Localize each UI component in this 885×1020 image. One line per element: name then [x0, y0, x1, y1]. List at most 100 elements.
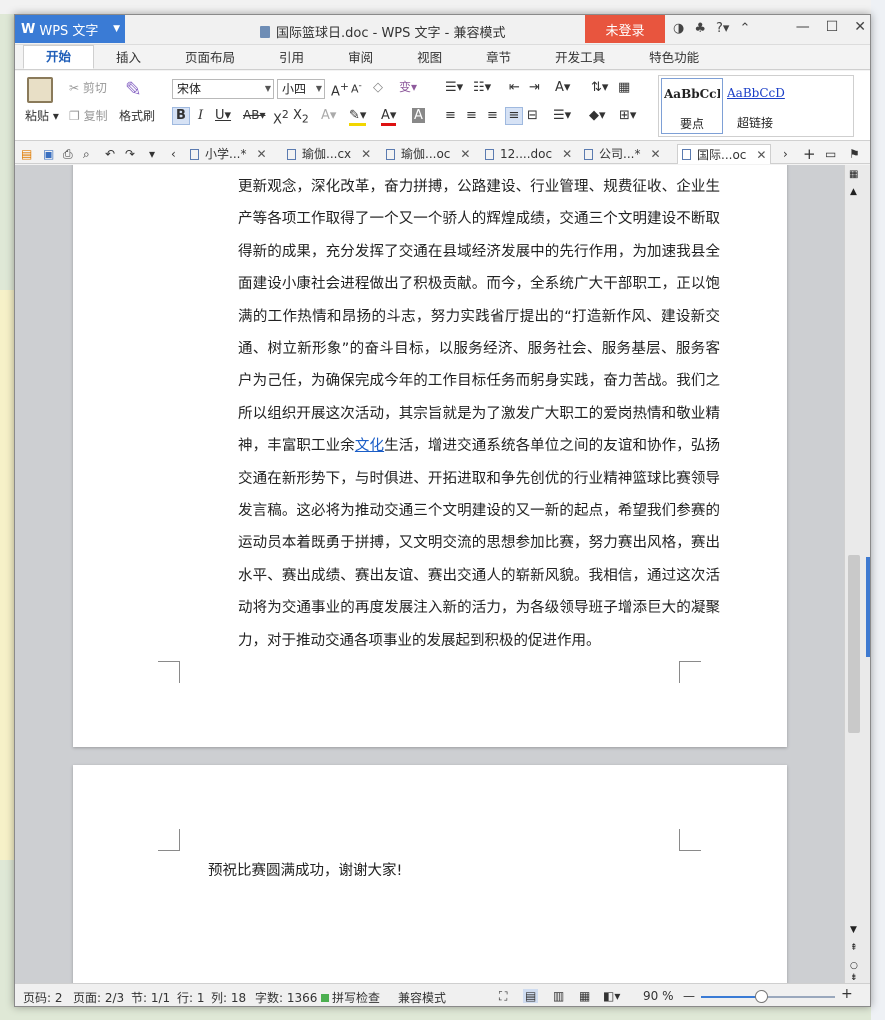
nav-pane-icon[interactable]: ▦: [849, 169, 858, 180]
doc-tab-3[interactable]: 瑜伽...oc ✕: [386, 144, 470, 164]
minimize-icon[interactable]: —: [796, 19, 810, 35]
scroll-down-icon[interactable]: ▼: [850, 925, 857, 935]
numbering-icon[interactable]: ☷▾: [473, 80, 491, 95]
hyperlink[interactable]: 文化: [355, 438, 384, 454]
align-right-icon[interactable]: ≡: [487, 108, 498, 123]
web-view-icon[interactable]: ▦: [579, 989, 590, 1003]
closing-line[interactable]: 预祝比赛圆满成功，谢谢大家!: [208, 859, 402, 880]
align-center-icon[interactable]: ≡: [466, 108, 477, 123]
shading-icon[interactable]: ◆▾: [589, 108, 606, 123]
close-icon[interactable]: ✕: [854, 19, 866, 35]
font-color-icon[interactable]: A▾: [381, 108, 397, 126]
font-shrink-icon[interactable]: A-: [351, 80, 362, 96]
distribute-icon[interactable]: ⊟: [527, 108, 538, 123]
change-case-icon[interactable]: A▾: [555, 80, 570, 95]
body-paragraph[interactable]: 更新观念，深化改革，奋力拼搏，公路建设、行业管理、规费征收、企业生产等各项工作取…: [238, 171, 720, 657]
strikethrough-icon[interactable]: AB▾: [243, 108, 265, 122]
tab-references[interactable]: 引用: [257, 47, 326, 69]
format-painter-button[interactable]: 格式刷: [119, 107, 155, 124]
word-count[interactable]: 字数: 1366: [255, 989, 317, 1006]
tab-insert[interactable]: 插入: [94, 47, 163, 69]
skin-icon[interactable]: ♣: [694, 21, 706, 36]
page-view-icon[interactable]: ▤: [523, 989, 539, 1003]
doc-tab-5[interactable]: 公司... * ✕: [584, 144, 661, 164]
status-row: 行: 1: [177, 991, 205, 1005]
style-hyperlink[interactable]: AaBbCcD 超链接: [727, 78, 787, 134]
border-icon[interactable]: ⊞▾: [619, 108, 636, 123]
previous-page-icon[interactable]: ⇞: [850, 943, 858, 953]
font-size-select[interactable]: 小四 ▼: [277, 79, 325, 99]
undo-icon[interactable]: ↶: [105, 144, 115, 164]
tab-scroll-right-icon[interactable]: ›: [783, 144, 788, 164]
spellcheck-toggle[interactable]: 拼写检查: [321, 989, 380, 1006]
paste-button[interactable]: 粘贴 ▾: [25, 107, 59, 124]
redo-icon[interactable]: ↷: [125, 144, 135, 164]
zoom-out-icon[interactable]: —: [683, 989, 695, 1003]
increase-indent-icon[interactable]: ⇥: [529, 80, 540, 95]
highlight-icon[interactable]: ✎▾: [349, 108, 367, 126]
select-browse-icon[interactable]: ○: [850, 961, 858, 971]
style-normal[interactable]: AaBbCcD 要点: [661, 78, 723, 134]
save-icon[interactable]: ▣: [43, 144, 54, 164]
tab-features[interactable]: 特色功能: [627, 47, 721, 69]
print-icon[interactable]: ⎙: [63, 144, 73, 164]
reading-mode-icon[interactable]: ◧▾: [603, 989, 620, 1003]
bold-icon[interactable]: B: [172, 107, 190, 125]
cut-button[interactable]: ✂ 剪切: [69, 79, 107, 96]
paste-icon[interactable]: [27, 77, 53, 103]
zoom-in-icon[interactable]: +: [841, 986, 853, 1002]
font-grow-icon[interactable]: A+: [331, 80, 349, 99]
tab-menu-icon[interactable]: ⚑: [849, 144, 860, 164]
copy-button[interactable]: ❐ 复制: [69, 107, 108, 124]
tab-review[interactable]: 审阅: [326, 47, 395, 69]
full-screen-icon[interactable]: ⛶: [499, 989, 507, 1004]
vertical-scrollbar[interactable]: ▦ ▲ ▼ ⇞ ○ ⇟: [844, 165, 870, 983]
phonetic-guide-icon[interactable]: 变▾: [399, 78, 417, 95]
align-left-icon[interactable]: ≡: [445, 108, 456, 123]
doc-tab-4[interactable]: 12....doc ✕: [485, 144, 572, 164]
font-name-select[interactable]: 宋体 ▼: [172, 79, 274, 99]
tab-view[interactable]: 视图: [395, 47, 464, 69]
open-icon[interactable]: ▤: [21, 144, 32, 164]
doc-tab-1[interactable]: 小学... * ✕: [190, 144, 267, 164]
tab-scroll-left-icon[interactable]: ‹: [171, 144, 176, 164]
login-button[interactable]: 未登录: [585, 15, 665, 43]
app-menu-button[interactable]: W WPS 文字 ▼: [15, 15, 125, 43]
tab-list-icon[interactable]: ▭: [825, 144, 836, 164]
bullets-icon[interactable]: ☰▾: [445, 80, 463, 95]
superscript-icon[interactable]: X2: [273, 108, 289, 127]
new-tab-icon[interactable]: +: [803, 144, 816, 164]
subscript-icon[interactable]: X2: [293, 108, 309, 126]
outline-view-icon[interactable]: ▥: [553, 989, 564, 1003]
tab-page-layout[interactable]: 页面布局: [163, 47, 257, 69]
quick-access-more-icon[interactable]: ▾: [149, 144, 155, 164]
text-effect-icon[interactable]: A▾: [321, 108, 336, 123]
sort-icon[interactable]: ⇅▾: [591, 80, 608, 95]
collapse-ribbon-icon[interactable]: ⌃: [739, 21, 750, 36]
italic-icon[interactable]: I: [198, 108, 203, 123]
line-spacing-icon[interactable]: ☰▾: [553, 108, 571, 123]
doc-tab-6[interactable]: 国际...oc ✕: [677, 144, 772, 164]
character-shading-icon[interactable]: A: [412, 108, 425, 123]
tab-home[interactable]: 开始: [23, 45, 95, 69]
decrease-indent-icon[interactable]: ⇤: [509, 80, 520, 95]
tab-developer[interactable]: 开发工具: [533, 47, 627, 69]
print-preview-icon[interactable]: ⌕: [83, 144, 90, 164]
format-painter-icon[interactable]: ✎: [125, 77, 142, 101]
table-icon[interactable]: ▦: [618, 80, 630, 95]
scroll-up-icon[interactable]: ▲: [850, 187, 857, 197]
side-panel-handle[interactable]: [866, 557, 870, 657]
justify-icon[interactable]: ≡: [505, 107, 523, 125]
maximize-icon[interactable]: ☐: [826, 19, 839, 35]
zoom-level[interactable]: 90 %: [643, 989, 674, 1003]
feedback-icon[interactable]: ◑: [673, 21, 684, 36]
scroll-thumb[interactable]: [848, 555, 860, 733]
tab-section[interactable]: 章节: [464, 47, 533, 69]
help-icon[interactable]: ?▾: [716, 21, 729, 36]
zoom-slider[interactable]: [701, 990, 835, 1003]
clear-format-icon[interactable]: ◇: [373, 80, 383, 95]
underline-icon[interactable]: U▾: [215, 108, 231, 123]
zoom-slider-handle[interactable]: [755, 990, 768, 1003]
next-page-icon[interactable]: ⇟: [850, 973, 858, 983]
doc-tab-2[interactable]: 瑜伽...cx ✕: [287, 144, 371, 164]
